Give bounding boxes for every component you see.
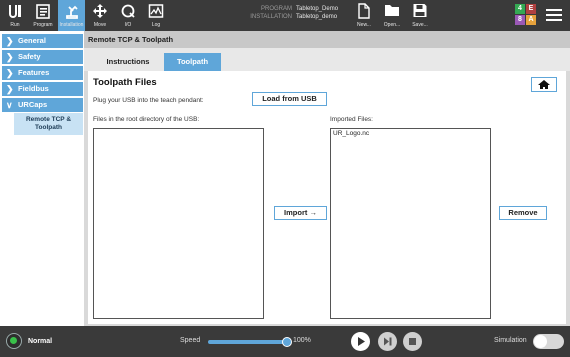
home-button[interactable] — [531, 77, 557, 92]
remove-button[interactable]: Remove — [499, 206, 547, 220]
log-icon — [148, 3, 164, 24]
main-area: Remote TCP & Toolpath Instructions Toolp… — [84, 31, 570, 326]
speed-slider-handle[interactable] — [282, 337, 292, 347]
installation-label: Installation — [59, 22, 84, 28]
simulation-toggle[interactable] — [533, 334, 564, 349]
save-file-label: Save... — [412, 22, 428, 28]
move-icon — [92, 3, 108, 24]
io-icon — [120, 3, 136, 24]
usb-file-list[interactable] — [93, 128, 264, 319]
stop-icon — [409, 338, 416, 345]
log-nav-button[interactable]: Log — [144, 0, 168, 31]
open-folder-icon — [384, 3, 400, 22]
installation-name: Tabletop_demo — [296, 14, 338, 20]
play-button[interactable] — [351, 332, 370, 351]
robot-status-icon[interactable] — [6, 333, 22, 349]
speed-slider[interactable] — [208, 340, 288, 344]
play-icon — [358, 337, 365, 346]
program-name: Tabletop_Demo — [296, 6, 339, 12]
home-icon — [538, 80, 550, 89]
log-label: Log — [151, 22, 161, 28]
sidebar-subitem-label: Remote TCP & Toolpath — [25, 116, 72, 131]
robot-status-text: Normal — [28, 338, 53, 345]
breadcrumb: Remote TCP & Toolpath — [84, 31, 570, 48]
sidebar-item-features[interactable]: ❯ Features — [2, 66, 83, 80]
run-nav-button[interactable]: Run — [3, 0, 27, 31]
move-nav-button[interactable]: Move — [88, 0, 112, 31]
sidebar-item-label: Fieldbus — [18, 84, 49, 93]
speed-label: Speed — [180, 337, 201, 344]
chevron-right-icon: ❯ — [6, 52, 14, 62]
sidebar-item-label: Safety — [18, 52, 41, 61]
sidebar-item-label: General — [18, 36, 46, 45]
installation-icon — [64, 3, 80, 24]
program-label: Program — [33, 22, 53, 28]
ur-logo-icon — [7, 3, 23, 24]
program-info: PROGRAM Tabletop_Demo INSTALLATION Tableto… — [240, 5, 338, 21]
new-file-icon — [357, 3, 371, 24]
run-label: Run — [10, 22, 20, 28]
program-nav-button[interactable]: Program — [30, 0, 56, 31]
chevron-right-icon: ❯ — [6, 36, 14, 46]
stop-button[interactable] — [403, 332, 422, 351]
open-file-label: Open... — [383, 22, 401, 28]
save-icon — [413, 3, 428, 23]
imported-file-list[interactable]: UR_Logo.nc — [330, 128, 491, 319]
usb-prompt: Plug your USB into the teach pendant: — [93, 97, 204, 104]
load-from-usb-button[interactable]: Load from USB — [252, 92, 327, 106]
sidebar-item-fieldbus[interactable]: ❯ Fieldbus — [2, 82, 83, 96]
chevron-down-icon: ∨ — [6, 100, 13, 110]
simulation-label: Simulation — [494, 337, 527, 344]
installation-nav-button[interactable]: Installation — [58, 0, 85, 31]
sidebar-item-urcaps[interactable]: ∨ URCaps — [2, 98, 83, 112]
usb-list-label: Files in the root directory of the USB: — [93, 116, 200, 123]
import-button[interactable]: Import → — [274, 206, 327, 220]
imported-files-label: Imported Files: — [330, 116, 373, 123]
hamburger-menu-icon[interactable] — [546, 9, 562, 24]
top-bar: Run Program Installation Move I/O Log PR… — [0, 0, 570, 31]
badge-8: 8 — [515, 15, 525, 25]
program-key: PROGRAM — [260, 6, 292, 12]
page-title: Toolpath Files — [93, 77, 157, 88]
step-button[interactable] — [378, 332, 397, 351]
badge-4: 4 — [515, 4, 525, 14]
chevron-right-icon: ❯ — [6, 68, 14, 78]
badge-a: A — [526, 15, 536, 25]
sidebar-item-safety[interactable]: ❯ Safety — [2, 50, 83, 64]
list-item[interactable]: UR_Logo.nc — [331, 129, 490, 138]
io-nav-button[interactable]: I/O — [116, 0, 140, 31]
sidebar: ❯ General ❯ Safety ❯ Features ❯ Fieldbus… — [0, 31, 84, 326]
new-file-button[interactable]: New... — [353, 0, 375, 31]
installation-key: INSTALLATION — [250, 14, 292, 20]
speed-value: 100% — [293, 337, 311, 344]
sidebar-item-general[interactable]: ❯ General — [2, 34, 83, 48]
badge-e: E — [526, 4, 536, 14]
new-file-label: New... — [357, 22, 371, 28]
status-badges[interactable]: 4 E 8 A — [515, 4, 537, 26]
toolpath-panel: Toolpath Files Plug your USB into the te… — [88, 71, 566, 324]
sidebar-item-label: URCaps — [18, 100, 48, 109]
step-icon — [384, 337, 392, 346]
io-label: I/O — [124, 22, 132, 28]
move-label: Move — [93, 22, 107, 28]
save-file-button[interactable]: Save... — [408, 0, 432, 31]
sidebar-item-label: Features — [18, 68, 50, 77]
program-icon — [35, 3, 51, 24]
tab-bar: Instructions Toolpath — [84, 48, 570, 71]
open-file-button[interactable]: Open... — [380, 0, 404, 31]
chevron-right-icon: ❯ — [6, 84, 14, 94]
tab-instructions[interactable]: Instructions — [92, 53, 164, 71]
tab-toolpath[interactable]: Toolpath — [164, 53, 221, 71]
sidebar-item-remote-tcp-toolpath[interactable]: Remote TCP & Toolpath — [14, 113, 83, 135]
bottom-bar: Normal Speed 100% Simulation — [0, 326, 570, 357]
